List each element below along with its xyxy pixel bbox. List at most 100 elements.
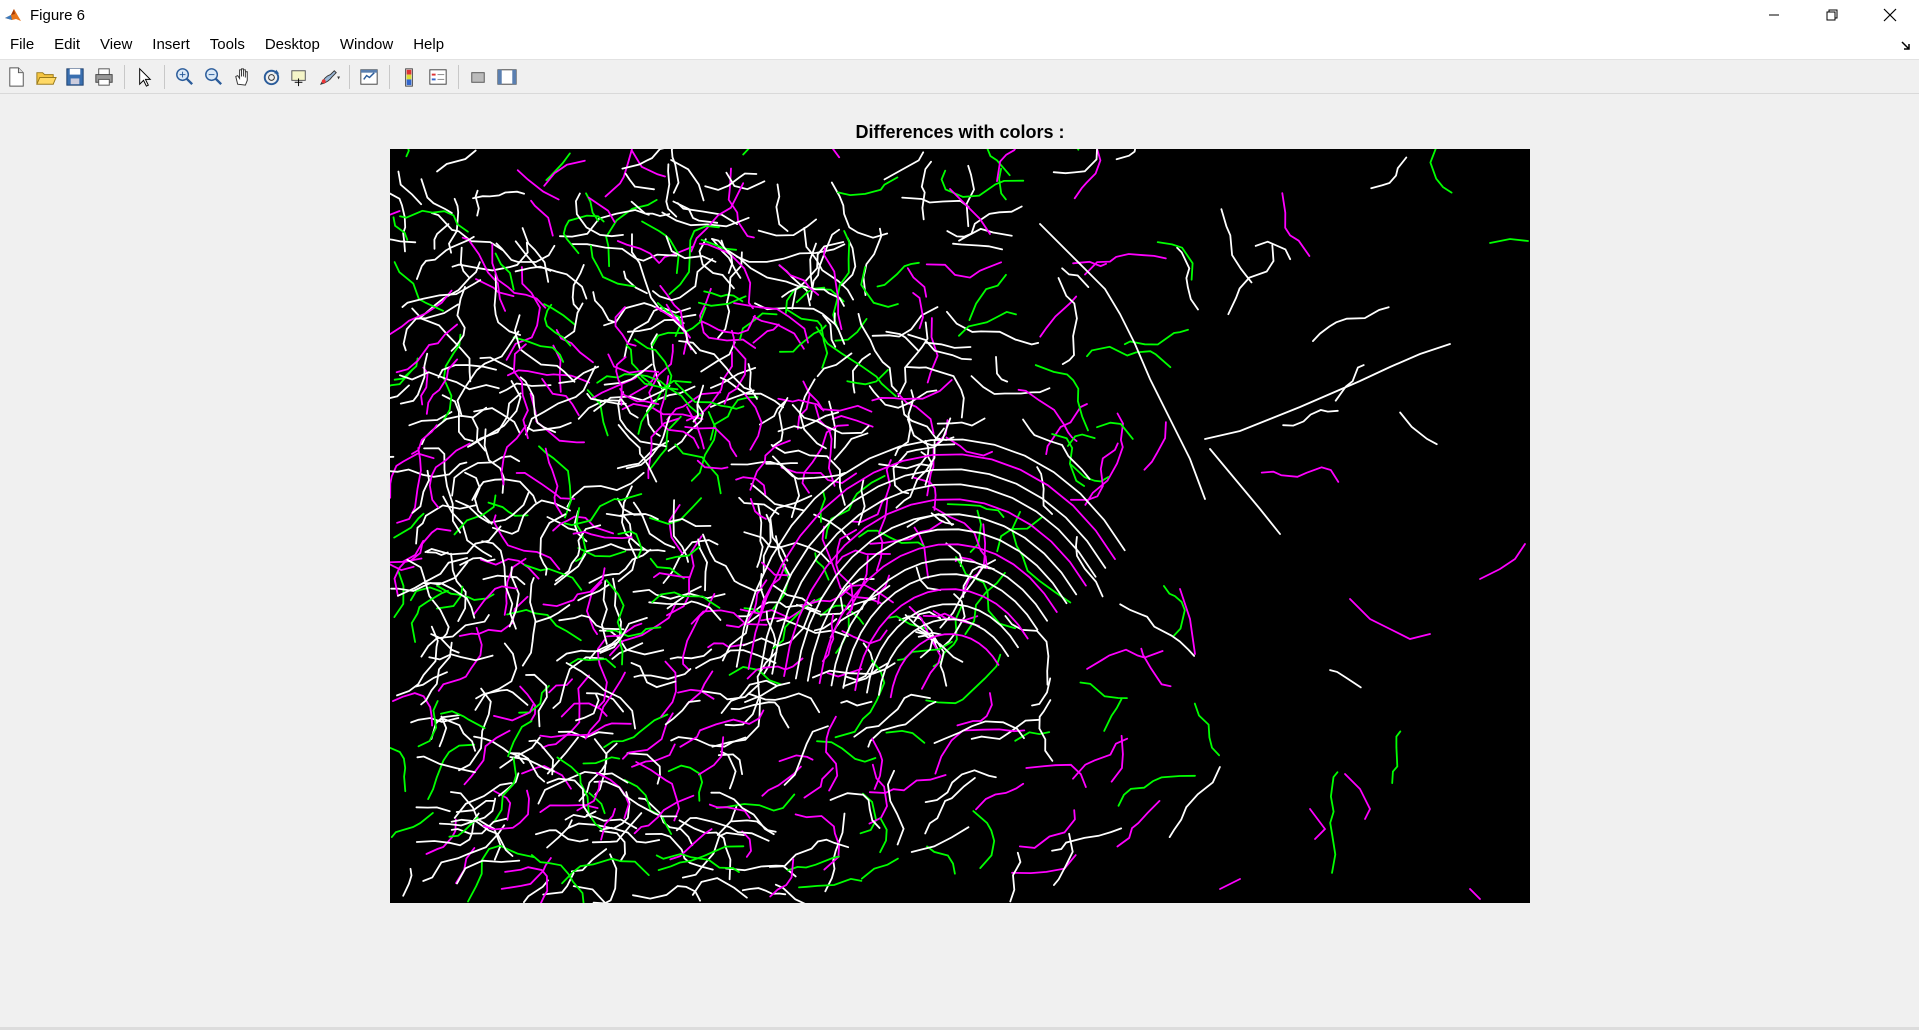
edge-stroke bbox=[1096, 421, 1134, 440]
zoom-out-button[interactable] bbox=[200, 64, 226, 90]
edge-stroke bbox=[1022, 418, 1091, 480]
edge-stroke bbox=[559, 209, 650, 238]
edit-plot-arrow-button[interactable] bbox=[131, 64, 157, 90]
edge-stroke bbox=[1038, 699, 1054, 762]
edge-stroke bbox=[770, 444, 846, 506]
edge-stroke bbox=[1344, 773, 1372, 820]
edge-stroke bbox=[482, 789, 530, 831]
edge-stroke bbox=[1086, 648, 1164, 670]
edge-stroke bbox=[539, 722, 632, 739]
edge-stroke bbox=[725, 171, 766, 191]
data-cursor-button[interactable] bbox=[287, 64, 313, 90]
edge-stroke bbox=[633, 794, 695, 835]
edge-stroke bbox=[390, 210, 401, 216]
open-file-button[interactable] bbox=[33, 64, 59, 90]
edge-stroke bbox=[1143, 421, 1167, 471]
edge-stroke bbox=[885, 729, 926, 744]
edge-stroke bbox=[1349, 598, 1431, 640]
zoom-in-button[interactable] bbox=[171, 64, 197, 90]
edge-stroke bbox=[702, 533, 763, 592]
edge-stroke bbox=[599, 629, 665, 656]
edge-stroke bbox=[471, 416, 486, 452]
edge-stroke bbox=[1260, 466, 1340, 483]
edge-stroke bbox=[530, 199, 554, 237]
edge-stroke bbox=[860, 266, 899, 308]
edge-stroke bbox=[428, 442, 471, 509]
edge-stroke bbox=[1103, 698, 1123, 732]
edge-stroke bbox=[889, 633, 1000, 699]
edge-stroke bbox=[669, 648, 713, 660]
menu-desktop[interactable]: Desktop bbox=[255, 30, 330, 60]
close-button[interactable] bbox=[1861, 0, 1919, 30]
edge-stroke bbox=[416, 755, 476, 774]
insert-legend-icon bbox=[429, 68, 447, 85]
figure-toolbar bbox=[0, 60, 1919, 94]
edge-stroke bbox=[775, 183, 789, 232]
edge-stroke bbox=[545, 152, 571, 181]
edge-stroke bbox=[1079, 681, 1128, 699]
brush-button[interactable] bbox=[316, 64, 342, 90]
menu-tools[interactable]: Tools bbox=[200, 30, 255, 60]
menu-file[interactable]: File bbox=[0, 30, 44, 60]
edge-stroke bbox=[566, 471, 645, 508]
edge-stroke bbox=[1281, 192, 1311, 257]
edge-stroke bbox=[744, 393, 763, 451]
edge-stroke bbox=[433, 223, 450, 250]
title-bar: Figure 6 bbox=[0, 0, 1919, 30]
edge-stroke bbox=[585, 543, 646, 553]
edge-stroke bbox=[436, 585, 464, 610]
minimize-button[interactable] bbox=[1745, 0, 1803, 30]
edge-stroke bbox=[574, 192, 624, 238]
edge-stroke bbox=[1036, 466, 1053, 515]
pan-hand-icon bbox=[235, 67, 248, 86]
print-button[interactable] bbox=[91, 64, 117, 90]
insert-colorbar-button[interactable] bbox=[396, 64, 422, 90]
menu-edit[interactable]: Edit bbox=[44, 30, 90, 60]
edge-stroke bbox=[831, 149, 841, 159]
insert-legend-button[interactable] bbox=[425, 64, 451, 90]
menu-window[interactable]: Window bbox=[330, 30, 403, 60]
edge-stroke bbox=[906, 267, 928, 298]
edge-stroke bbox=[768, 838, 850, 868]
link-plot-button[interactable] bbox=[356, 64, 382, 90]
edge-stroke bbox=[749, 439, 791, 491]
edge-stroke bbox=[819, 489, 826, 523]
edge-stroke bbox=[630, 149, 666, 178]
edge-stroke bbox=[684, 426, 738, 458]
open-file-icon bbox=[36, 71, 57, 85]
edge-stroke bbox=[1061, 267, 1090, 288]
hide-plot-tools-button[interactable] bbox=[465, 64, 491, 90]
dock-figure-arrow-icon[interactable] bbox=[1899, 38, 1913, 52]
show-plot-tools-button[interactable] bbox=[494, 64, 520, 90]
edit-plot-arrow-icon bbox=[139, 67, 152, 87]
edge-stroke bbox=[871, 737, 884, 790]
rotate-3d-button[interactable] bbox=[258, 64, 284, 90]
edge-stroke bbox=[956, 692, 993, 727]
edge-strokes bbox=[390, 149, 1529, 903]
edge-stroke bbox=[647, 417, 680, 480]
image-axes[interactable] bbox=[390, 149, 1530, 903]
edge-stroke bbox=[934, 728, 1026, 775]
pan-hand-button[interactable] bbox=[229, 64, 255, 90]
edge-stroke bbox=[390, 455, 395, 458]
edge-stroke bbox=[946, 227, 1013, 238]
restore-button[interactable] bbox=[1803, 0, 1861, 30]
menu-insert[interactable]: Insert bbox=[142, 30, 200, 60]
save-button[interactable] bbox=[62, 64, 88, 90]
edge-stroke bbox=[1009, 851, 1022, 903]
edge-stroke bbox=[1168, 766, 1221, 838]
edge-stroke bbox=[1329, 669, 1362, 689]
edge-stroke bbox=[1204, 343, 1451, 440]
edge-stroke bbox=[390, 747, 407, 793]
menu-help[interactable]: Help bbox=[403, 30, 454, 60]
window-title: Figure 6 bbox=[30, 6, 86, 24]
edge-stroke bbox=[761, 765, 802, 797]
edge-stroke bbox=[1489, 238, 1529, 244]
close-icon bbox=[1883, 8, 1897, 22]
edge-stroke bbox=[924, 769, 997, 803]
edge-stroke bbox=[769, 858, 795, 898]
menu-view[interactable]: View bbox=[90, 30, 142, 60]
figure-title: Differences with colors : bbox=[855, 122, 1065, 142]
edge-stroke bbox=[582, 756, 621, 765]
new-figure-button[interactable] bbox=[4, 64, 30, 90]
